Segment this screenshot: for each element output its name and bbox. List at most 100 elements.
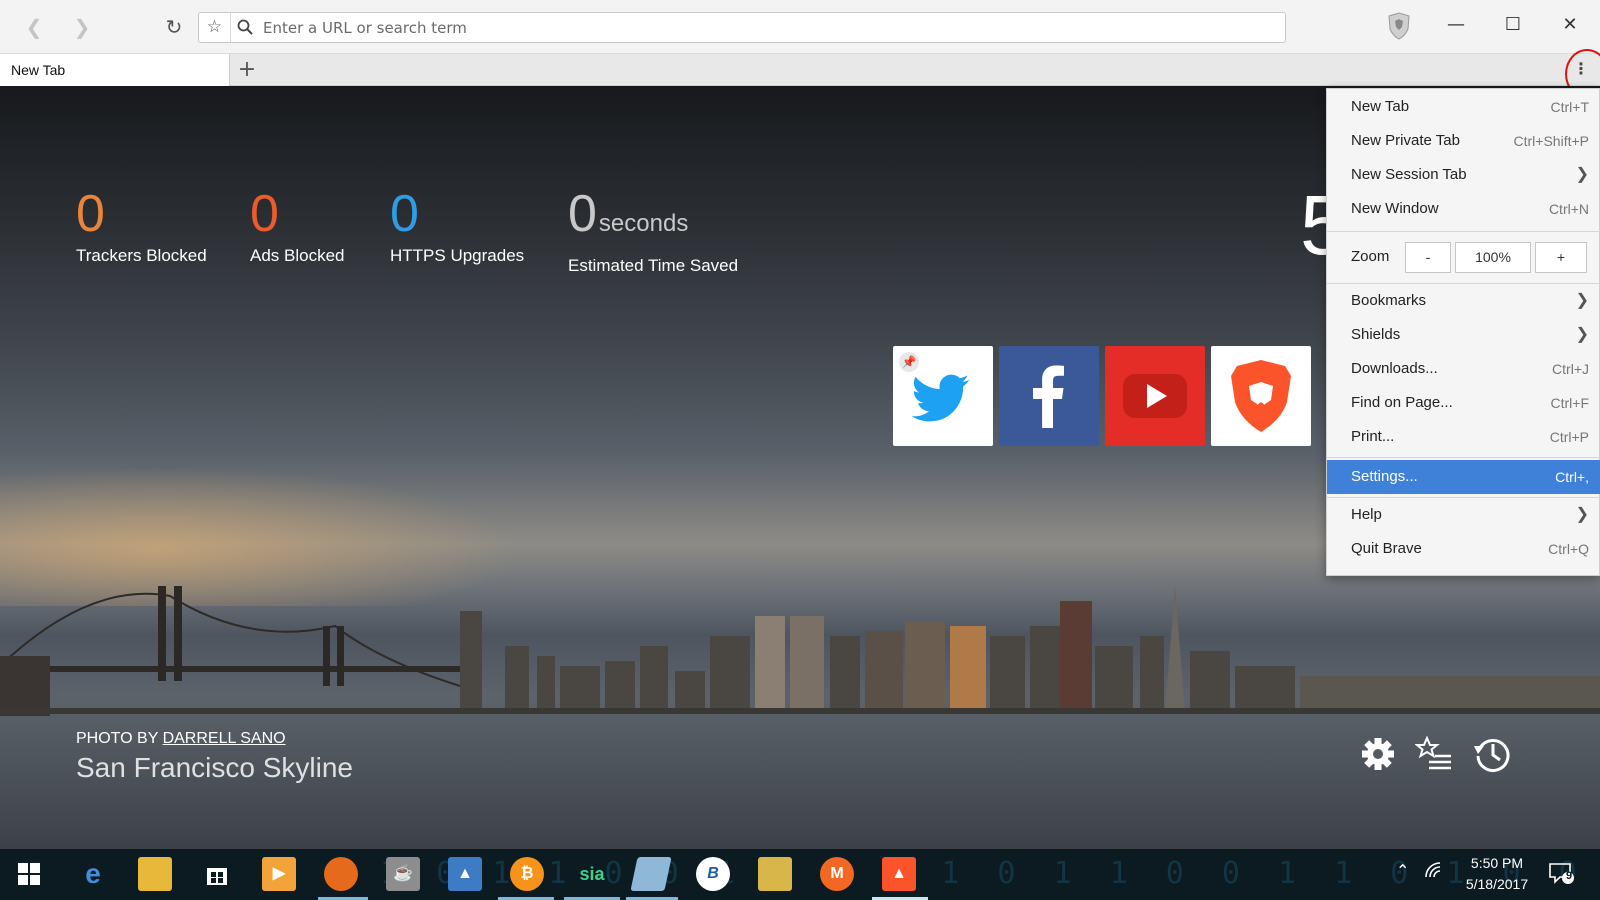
reload-button[interactable]: ↻ — [162, 14, 186, 40]
menu-item-shortcut: Ctrl+P — [1549, 429, 1589, 445]
bittorrent-icon[interactable]: B — [696, 857, 730, 891]
bookmarks-list-icon[interactable] — [1414, 734, 1455, 774]
edge-browser-icon[interactable]: e — [76, 857, 110, 891]
search-icon — [237, 13, 253, 42]
clock-time: 5:50 PM — [1470, 855, 1524, 871]
trackers-blocked-count: 0 — [76, 185, 105, 243]
stat-trackers: 0 Trackers Blocked — [76, 186, 207, 266]
menu-item-help[interactable]: Help ❯ — [1327, 499, 1600, 531]
menu-item-shortcut: Ctrl+Q — [1548, 541, 1589, 557]
photographer-link[interactable]: DARRELL SANO — [163, 730, 286, 747]
app-yellow-icon[interactable] — [758, 857, 792, 891]
zoom-out-button[interactable]: - — [1405, 242, 1451, 273]
brave-shields-icon[interactable] — [1386, 11, 1412, 41]
menu-separator — [1327, 497, 1600, 498]
ads-blocked-count: 0 — [250, 185, 279, 243]
menu-item-new-window[interactable]: New Window Ctrl+N — [1327, 193, 1600, 225]
app-blue-icon[interactable]: ▲ — [448, 857, 482, 891]
menu-item-label: Print... — [1351, 428, 1395, 445]
close-button[interactable]: ✕ — [1550, 10, 1590, 40]
menu-item-label: New Private Tab — [1351, 132, 1460, 149]
notification-badge: 9 — [1565, 870, 1573, 882]
brave-lion-icon — [1231, 360, 1291, 432]
notepad-icon[interactable] — [630, 857, 672, 891]
brave-taskbar-icon[interactable]: ▲ — [882, 857, 916, 891]
photo-credit-prefix: PHOTO BY — [76, 730, 159, 747]
taskbar-clock[interactable]: 5:50 PM 5/18/2017 — [1450, 853, 1544, 895]
bookmark-star-icon[interactable]: ☆ — [199, 13, 231, 42]
title-bar: ❮ ❯ ↻ ☆ Enter a URL or search term — ☐ ✕ — [0, 0, 1600, 54]
maximize-button[interactable]: ☐ — [1493, 10, 1533, 40]
submenu-arrow-icon: ❯ — [1575, 326, 1589, 343]
menu-item-shortcut: Ctrl+T — [1550, 99, 1590, 115]
menu-item-shields[interactable]: Shields ❯ — [1327, 319, 1600, 351]
menu-item-quit-brave[interactable]: Quit Brave Ctrl+Q — [1327, 533, 1600, 565]
menu-item-new-session-tab[interactable]: New Session Tab ❯ — [1327, 159, 1600, 191]
menu-item-print[interactable]: Print... Ctrl+P — [1327, 421, 1600, 453]
top-site-youtube[interactable] — [1105, 346, 1205, 446]
menu-item-shortcut: Ctrl+Shift+P — [1513, 133, 1589, 149]
settings-gear-icon[interactable] — [1358, 734, 1398, 774]
menu-item-label: New Tab — [1351, 98, 1410, 115]
address-input[interactable]: Enter a URL or search term — [263, 13, 467, 42]
wifi-icon[interactable] — [1424, 861, 1444, 883]
firefox-icon[interactable] — [324, 857, 358, 891]
top-site-facebook[interactable] — [999, 346, 1099, 446]
https-upgrades-count: 0 — [390, 185, 419, 243]
tab-label: New Tab — [11, 62, 66, 78]
media-player-icon[interactable]: ▶ — [262, 857, 296, 891]
tab-new-tab[interactable]: New Tab — [0, 54, 230, 86]
menu-item-label: Quit Brave — [1351, 540, 1422, 557]
zoom-in-button[interactable]: + — [1535, 242, 1587, 273]
store-icon[interactable] — [200, 857, 234, 891]
menu-item-settings[interactable]: Settings... Ctrl+, — [1327, 460, 1600, 494]
menu-item-new-tab[interactable]: New Tab Ctrl+T — [1327, 91, 1600, 123]
back-button[interactable]: ❮ — [22, 14, 46, 40]
top-site-twitter[interactable]: 📌 — [893, 346, 993, 446]
menu-item-label: Bookmarks — [1351, 292, 1427, 309]
address-bar[interactable]: ☆ Enter a URL or search term — [198, 12, 1286, 43]
top-site-brave[interactable] — [1211, 346, 1311, 446]
menu-item-downloads[interactable]: Downloads... Ctrl+J — [1327, 353, 1600, 385]
time-saved-unit: seconds — [598, 210, 689, 237]
time-saved-value-row: 0seconds — [568, 186, 738, 252]
photo-credit-line: PHOTO BY DARRELL SANO — [76, 730, 353, 748]
menu-separator — [1327, 283, 1600, 284]
minimize-button[interactable]: — — [1436, 10, 1476, 40]
windows-start-icon[interactable] — [12, 857, 46, 891]
menu-item-find-on-page[interactable]: Find on Page... Ctrl+F — [1327, 387, 1600, 419]
menu-separator — [1327, 231, 1600, 232]
submenu-arrow-icon: ❯ — [1575, 292, 1589, 309]
monero-icon[interactable]: M — [820, 857, 854, 891]
wallpaper-digits: 1 0 1 1 0 0 1 1 0 0 1 0 1 1 0 0 1 1 0 1 … — [380, 856, 1600, 891]
menu-item-label: New Window — [1351, 200, 1439, 217]
menu-item-label: Shields — [1351, 326, 1401, 343]
time-saved-count: 0 — [568, 185, 597, 243]
forward-button[interactable]: ❯ — [70, 14, 94, 40]
facebook-icon — [1033, 365, 1064, 428]
pin-icon[interactable]: 📌 — [899, 352, 919, 372]
menu-item-new-private-tab[interactable]: New Private Tab Ctrl+Shift+P — [1327, 125, 1600, 157]
menu-item-label: Help — [1351, 506, 1382, 523]
stat-https: 0 HTTPS Upgrades — [390, 186, 524, 266]
bitcoin-icon[interactable]: ₿ — [510, 857, 544, 891]
menu-item-label: Downloads... — [1351, 360, 1438, 377]
https-upgrades-label: HTTPS Upgrades — [390, 246, 525, 265]
menu-item-bookmarks[interactable]: Bookmarks ❯ — [1327, 285, 1600, 317]
sia-icon[interactable]: sia — [570, 857, 614, 891]
youtube-icon — [1123, 374, 1187, 418]
menu-item-label: New Session Tab — [1351, 166, 1467, 183]
menu-item-shortcut: Ctrl+, — [1555, 469, 1589, 485]
history-icon[interactable] — [1472, 734, 1512, 774]
chevron-up-icon[interactable]: ⌃ — [1396, 861, 1409, 880]
windows-taskbar: 1 0 1 1 0 0 1 1 0 0 1 0 1 1 0 0 1 1 0 1 … — [0, 849, 1600, 900]
stat-ads: 0 Ads Blocked — [250, 186, 345, 266]
clock-date: 5/18/2017 — [1465, 876, 1529, 892]
zoom-label: Zoom — [1351, 248, 1390, 265]
new-tab-button[interactable]: + — [236, 54, 258, 86]
stat-time-saved: 0seconds Estimated Time Saved — [568, 186, 738, 276]
java-icon[interactable]: ☕ — [386, 857, 420, 891]
hamburger-dropdown-menu: New Tab Ctrl+T New Private Tab Ctrl+Shif… — [1326, 88, 1600, 576]
file-explorer-icon[interactable] — [138, 857, 172, 891]
ads-blocked-label: Ads Blocked — [250, 246, 345, 265]
